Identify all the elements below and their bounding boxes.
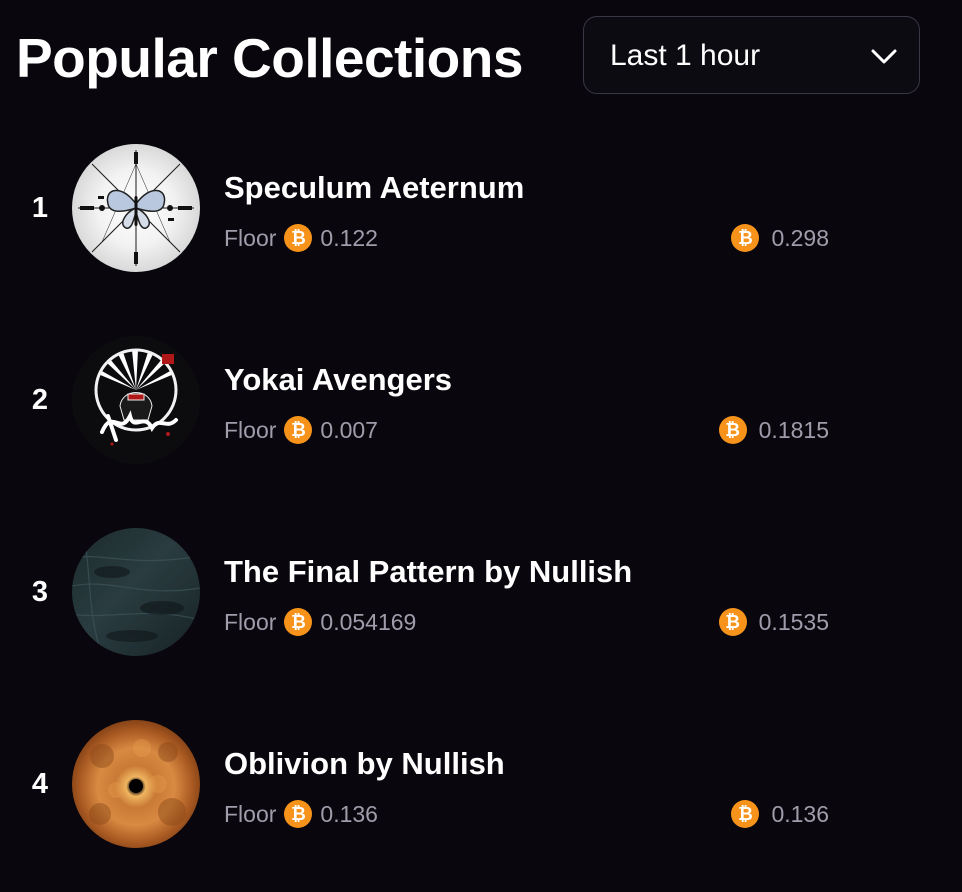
- bitcoin-icon: ₿: [284, 800, 313, 828]
- collection-name[interactable]: The Final Pattern by Nullish: [224, 554, 632, 590]
- collection-name[interactable]: Oblivion by Nullish: [224, 746, 505, 782]
- bitcoin-icon: ₿: [718, 608, 747, 636]
- rank-number: 2: [31, 384, 49, 416]
- volume-value: 0.136: [771, 800, 829, 827]
- page-title: Popular Collections: [16, 27, 523, 89]
- collection-name[interactable]: Speculum Aeternum: [224, 170, 524, 206]
- collection-row[interactable]: 3 The Final Pattern by Nullish Floor ₿ 0…: [0, 528, 962, 660]
- rank-number: 4: [31, 768, 49, 800]
- collection-name[interactable]: Yokai Avengers: [224, 362, 452, 398]
- volume-value: 0.298: [771, 224, 829, 251]
- floor-label: Floor: [224, 224, 277, 251]
- floor-price: Floor ₿ 0.122: [224, 222, 378, 254]
- volume: ₿ 0.298: [731, 222, 829, 254]
- collection-avatar-yokai-avengers[interactable]: [72, 336, 200, 464]
- volume: ₿ 0.1815: [718, 414, 829, 446]
- timeframe-selected-value: Last 1 hour: [610, 39, 761, 72]
- timeframe-dropdown[interactable]: Last 1 hour: [583, 16, 920, 94]
- floor-price-value: 0.136: [320, 800, 378, 827]
- collection-avatar-the-final-pattern[interactable]: [72, 528, 200, 656]
- popular-collections-panel: Popular Collections Last 1 hour 1 Specul…: [0, 0, 962, 892]
- bitcoin-icon: ₿: [731, 800, 760, 828]
- collection-row[interactable]: 1 Speculum Aeternum Floor ₿ 0.122 ₿ 0.29…: [0, 144, 962, 276]
- floor-label: Floor: [224, 608, 277, 635]
- volume: ₿ 0.1535: [718, 606, 829, 638]
- floor-label: Floor: [224, 416, 277, 443]
- floor-price-value: 0.122: [320, 224, 378, 251]
- bitcoin-icon: ₿: [731, 224, 760, 252]
- floor-label: Floor: [224, 800, 277, 827]
- collection-avatar-oblivion[interactable]: [72, 720, 200, 848]
- collection-row[interactable]: 2 Yokai Avengers Floor ₿ 0.007 ₿ 0.1815: [0, 336, 962, 468]
- floor-price: Floor ₿ 0.007: [224, 414, 378, 446]
- bitcoin-icon: ₿: [284, 416, 313, 444]
- rank-number: 1: [31, 192, 49, 224]
- bitcoin-icon: ₿: [284, 224, 313, 252]
- volume-value: 0.1535: [758, 608, 829, 635]
- volume: ₿ 0.136: [731, 798, 829, 830]
- collection-row[interactable]: 4 Oblivion by Nullish Floor ₿ 0.136 ₿ 0.…: [0, 720, 962, 852]
- rank-number: 3: [31, 576, 49, 608]
- bitcoin-icon: ₿: [718, 416, 747, 444]
- bitcoin-icon: ₿: [284, 608, 313, 636]
- floor-price: Floor ₿ 0.054169: [224, 606, 416, 638]
- collection-avatar-speculum-aeternum[interactable]: [72, 144, 200, 272]
- floor-price: Floor ₿ 0.136: [224, 798, 378, 830]
- floor-price-value: 0.054169: [320, 608, 417, 635]
- header: Popular Collections Last 1 hour: [16, 16, 922, 96]
- chevron-down-icon: [871, 49, 897, 64]
- floor-price-value: 0.007: [320, 416, 378, 443]
- volume-value: 0.1815: [758, 416, 829, 443]
